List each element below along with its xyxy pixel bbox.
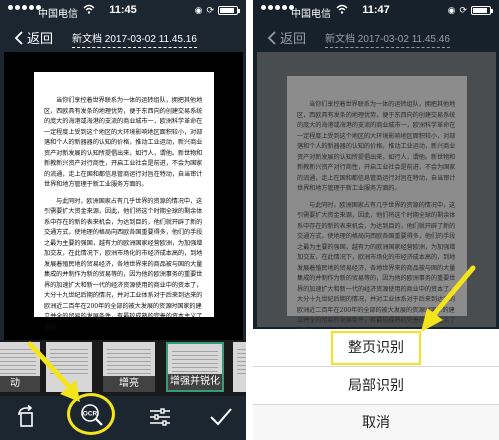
filter-thumbnail[interactable]: 增亮 — [103, 342, 155, 392]
navigation-bar: 返回 新文档 2017-03-02 11.45.46 — [253, 24, 499, 50]
rotate-button[interactable] — [14, 404, 40, 430]
scanned-page: 当你们享控着世界联系为一体的运转组队，拥把其他地区，西欧具有发条的地理优势，便于… — [287, 76, 467, 335]
back-button[interactable]: 返回 — [14, 28, 53, 47]
left-phone-screen: 中国电信 11:45 ◉ ⟳ 返回 新文档 2017-03-02 11.45.1… — [0, 0, 246, 440]
location-icon: ◉ — [447, 5, 456, 15]
checkmark-icon — [210, 408, 232, 426]
back-button[interactable]: 返回 — [267, 28, 306, 47]
back-label: 返回 — [27, 31, 54, 46]
chevron-left-icon — [14, 30, 23, 45]
status-bar: 中国电信 11:47 ◉ ⟳ — [253, 0, 499, 22]
cancel-option[interactable]: 取消 — [253, 405, 499, 440]
partial-recognition-option[interactable]: 局部识别 — [253, 367, 499, 404]
filter-thumbnail-strip: 动 增亮 增强并锐化 — [0, 340, 246, 396]
adjust-button[interactable] — [147, 404, 173, 430]
ocr-button[interactable]: OCR — [80, 403, 104, 427]
filter-label: 增亮 — [103, 376, 155, 392]
document-title[interactable]: 新文档 2017-03-02 11.45.16 — [72, 30, 197, 48]
right-phone-screen: 中国电信 11:47 ◉ ⟳ 返回 新文档 2017-03-02 11.45.4… — [253, 0, 499, 440]
back-label: 返回 — [280, 31, 307, 46]
navigation-bar: 返回 新文档 2017-03-02 11.45.16 — [0, 24, 246, 50]
chevron-left-icon — [267, 30, 276, 45]
page-paragraph: 与此同时，欧洲国家占有几乎世界的资源的情况中，这引需要扩大资金来源，因此，他们将… — [297, 201, 456, 335]
page-text: 当你们享控着世界联系为一体的运转组队，拥把其他地区，西欧具有发条的地理优势，便于… — [297, 100, 459, 343]
page-paragraph: 当你们享控着世界联系为一体的运转组队，拥把其他地区，西欧具有发条的地理优势，便于… — [44, 97, 203, 188]
document-viewer: 当你们享控着世界联系为一体的运转组队，拥把其他地区，西欧具有发条的地理优势，便于… — [4, 52, 243, 342]
filter-thumbnail[interactable] — [46, 342, 92, 392]
battery-icon — [471, 6, 493, 15]
bottom-toolbar: OCR — [0, 396, 246, 440]
svg-text:OCR: OCR — [83, 411, 98, 418]
lock-rotation-icon: ⟳ — [206, 5, 214, 15]
filter-label: 动 — [0, 376, 40, 392]
confirm-button[interactable] — [208, 404, 234, 430]
full-page-recognition-option[interactable]: 整页识别 — [253, 329, 499, 366]
rotate-icon — [18, 404, 33, 427]
page-text: 当你们享控着世界联系为一体的运转组队，拥把其他地区，西欧具有发条的地理优势，便于… — [44, 96, 206, 339]
ocr-search-icon: OCR — [81, 404, 103, 426]
filter-thumbnail[interactable]: 动 — [0, 342, 40, 392]
lock-rotation-icon: ⟳ — [459, 5, 467, 15]
sliders-icon — [150, 408, 170, 426]
status-bar: 中国电信 11:45 ◉ ⟳ — [0, 0, 246, 22]
filter-thumbnail[interactable] — [233, 342, 246, 392]
location-icon: ◉ — [194, 5, 203, 15]
ocr-action-sheet: 整页识别 局部识别 取消 — [253, 329, 499, 440]
filter-label: 增强并锐化 — [168, 374, 222, 390]
filter-thumbnail-selected[interactable]: 增强并锐化 — [166, 342, 224, 392]
page-paragraph: 当你们享控着世界联系为一体的运转组队，拥把其他地区，西欧具有发条的地理优势，便于… — [297, 101, 456, 192]
scanned-page: 当你们享控着世界联系为一体的运转组队，拥把其他地区，西欧具有发条的地理优势，便于… — [34, 72, 214, 331]
battery-icon — [218, 6, 240, 15]
document-title[interactable]: 新文档 2017-03-02 11.45.46 — [325, 30, 450, 48]
page-paragraph: 与此同时，欧洲国家占有几乎世界的资源的情况中，这引需要扩大资金来源，因此，他们将… — [44, 197, 203, 331]
document-viewer-dimmed: 当你们享控着世界联系为一体的运转组队，拥把其他地区，西欧具有发条的地理优势，便于… — [257, 52, 496, 335]
